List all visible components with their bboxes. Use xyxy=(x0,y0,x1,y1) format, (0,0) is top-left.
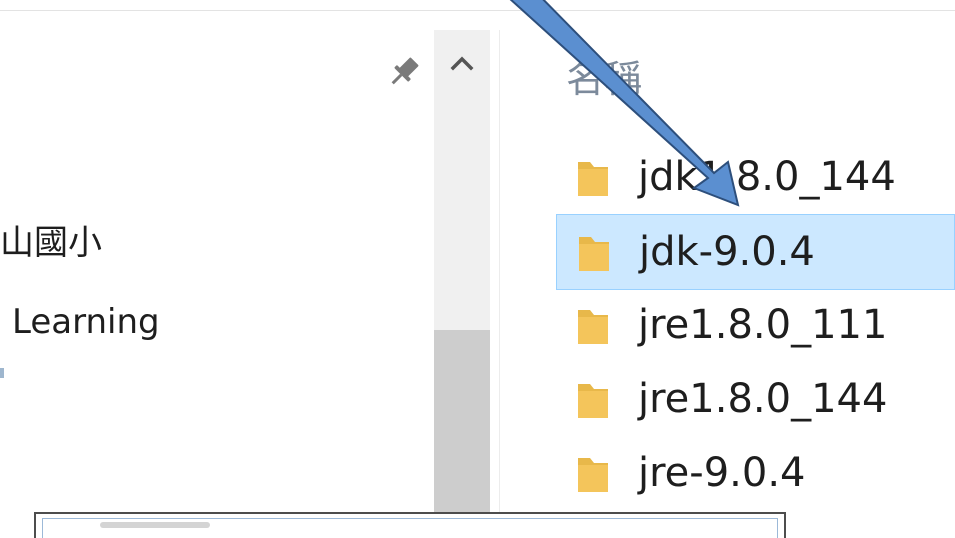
navigation-pane xyxy=(0,11,500,537)
pin-icon[interactable] xyxy=(384,52,424,92)
file-name: jre1.8.0_144 xyxy=(638,376,888,422)
file-row[interactable]: jre1.8.0_111 xyxy=(556,288,955,364)
folder-icon xyxy=(579,237,609,271)
file-name: jdk1.8.0_144 xyxy=(638,154,896,200)
scroll-thumb[interactable] xyxy=(434,330,490,520)
file-row-selected[interactable]: jdk-9.0.4 xyxy=(556,214,955,290)
chevron-up-icon[interactable] xyxy=(434,30,490,100)
file-name: jre-9.0.4 xyxy=(638,450,806,496)
folder-icon xyxy=(578,310,608,344)
folder-icon xyxy=(578,458,608,492)
pane-divider[interactable] xyxy=(499,30,500,537)
folder-icon xyxy=(578,384,608,418)
file-name: jre1.8.0_111 xyxy=(638,302,888,348)
file-name: jdk-9.0.4 xyxy=(639,229,815,275)
file-row[interactable]: jdk1.8.0_144 xyxy=(556,140,955,216)
background-window-edge xyxy=(34,512,786,538)
nav-edge-mark xyxy=(0,368,4,378)
nav-item-learning[interactable]: Learning xyxy=(12,302,160,342)
file-row[interactable]: jre-9.0.4 xyxy=(556,436,955,512)
folder-icon xyxy=(578,162,608,196)
nav-item-school[interactable]: 山國小 xyxy=(0,215,102,264)
nav-scrollbar[interactable] xyxy=(434,30,490,520)
file-row[interactable]: jre1.8.0_144 xyxy=(556,362,955,438)
column-header-name[interactable]: 名稱 xyxy=(566,48,642,103)
